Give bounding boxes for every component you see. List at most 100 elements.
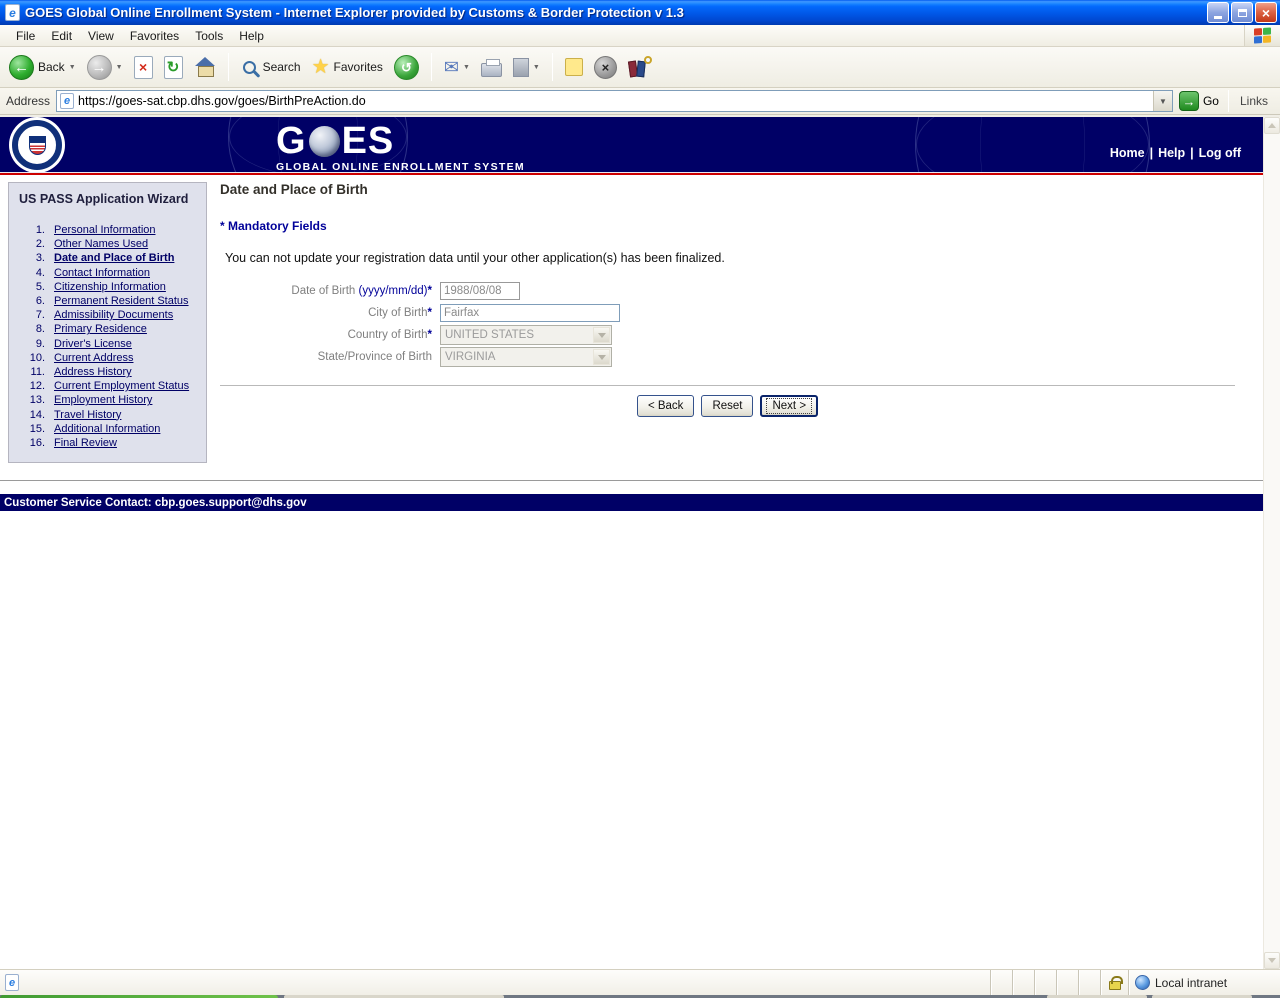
vertical-scrollbar[interactable]	[1263, 117, 1280, 969]
browser-window: e GOES Global Online Enrollment System -…	[0, 0, 1280, 998]
links-menu[interactable]: Links	[1232, 94, 1276, 108]
step-link-address-history[interactable]: Address History	[54, 365, 132, 379]
menu-help[interactable]: Help	[231, 27, 272, 45]
security-zone-panel: Local intranet	[1128, 970, 1280, 995]
step-number: 13.	[29, 394, 45, 407]
step-link-drivers-license[interactable]: Driver's License	[54, 337, 132, 351]
stop-button[interactable]: ×	[131, 54, 156, 81]
step-link-contact-information[interactable]: Contact Information	[54, 266, 150, 280]
go-arrow-icon: →	[1178, 91, 1199, 111]
wizard-buttons: < Back Reset Next >	[220, 395, 1235, 417]
print-icon	[480, 59, 502, 77]
status-message-panel: e	[0, 970, 990, 995]
home-button[interactable]	[191, 55, 219, 79]
step-link-admissibility-documents[interactable]: Admissibility Documents	[54, 308, 173, 322]
step-number: 3.	[35, 252, 45, 265]
go-button[interactable]: → Go	[1178, 91, 1219, 111]
step-link-date-and-place-of-birth[interactable]: Date and Place of Birth	[54, 251, 174, 265]
discuss-button[interactable]	[562, 56, 586, 78]
history-button[interactable]: ↺	[391, 53, 422, 82]
step-link-current-employment-status[interactable]: Current Employment Status	[54, 379, 189, 393]
research-button[interactable]	[625, 54, 655, 80]
back-dropdown-icon[interactable]: ▼	[69, 64, 76, 71]
country-of-birth-select[interactable]: UNITED STATES	[440, 325, 612, 345]
step-number: 9.	[35, 337, 45, 350]
wizard-step: 9. Driver's License	[19, 337, 202, 351]
address-input[interactable]: e https://goes-sat.cbp.dhs.gov/goes/Birt…	[56, 90, 1173, 112]
status-cell	[990, 970, 1012, 995]
back-step-button[interactable]: < Back	[636, 395, 695, 417]
mail-dropdown-icon[interactable]: ▼	[463, 64, 470, 71]
step-link-employment-history[interactable]: Employment History	[54, 393, 152, 407]
search-label: Search	[262, 60, 301, 74]
scroll-down-button[interactable]	[1264, 952, 1280, 969]
mail-icon: ✉	[443, 57, 459, 77]
search-icon	[242, 60, 256, 74]
forward-button[interactable]: → ▼	[84, 53, 126, 82]
search-button[interactable]: Search	[238, 57, 304, 78]
wizard-step: 7. Admissibility Documents	[19, 308, 202, 322]
city-of-birth-input[interactable]	[440, 304, 620, 322]
edit-dropdown-icon[interactable]: ▼	[533, 64, 540, 71]
restore-button[interactable]	[1231, 2, 1253, 23]
favorites-button[interactable]: ★ Favorites	[309, 55, 386, 79]
back-button[interactable]: ← Back ▼	[6, 53, 79, 82]
step-link-citizenship-information[interactable]: Citizenship Information	[54, 280, 166, 294]
step-link-additional-information[interactable]: Additional Information	[54, 422, 160, 436]
step-link-personal-information[interactable]: Personal Information	[54, 223, 156, 237]
minimize-button[interactable]	[1207, 2, 1229, 23]
date-of-birth-input[interactable]	[440, 282, 520, 300]
globe-watermark	[915, 117, 1150, 172]
menu-edit[interactable]: Edit	[43, 27, 80, 45]
goes-logo-subtitle: GLOBAL ONLINE ENROLLMENT SYSTEM	[276, 161, 525, 172]
toolbar-separator	[551, 53, 553, 81]
step-link-travel-history[interactable]: Travel History	[54, 408, 121, 422]
step-link-other-names-used[interactable]: Other Names Used	[54, 237, 148, 251]
address-dropdown-icon[interactable]: ▼	[1152, 91, 1172, 111]
goes-logo: G ES GLOBAL ONLINE ENROLLMENT SYSTEM	[276, 122, 525, 172]
security-panel	[1100, 970, 1128, 995]
step-number: 10.	[29, 351, 45, 364]
forward-dropdown-icon[interactable]: ▼	[116, 64, 123, 71]
discuss-note-icon	[564, 58, 583, 76]
step-link-primary-residence[interactable]: Primary Residence	[54, 322, 147, 336]
goes-logo-g: G	[276, 120, 307, 162]
edit-button[interactable]: ▼	[510, 56, 543, 79]
step-link-final-review[interactable]: Final Review	[54, 436, 117, 450]
edit-page-icon	[512, 57, 529, 77]
wizard-step: 4. Contact Information	[19, 266, 202, 280]
print-button[interactable]	[478, 55, 505, 79]
menu-view[interactable]: View	[80, 27, 122, 45]
scroll-up-icon	[1268, 123, 1276, 128]
toolbar-separator	[430, 53, 432, 81]
messenger-button[interactable]: ×	[591, 54, 620, 81]
menu-tools[interactable]: Tools	[187, 27, 231, 45]
step-number: 5.	[35, 280, 45, 293]
wizard-step: 10. Current Address	[19, 351, 202, 365]
step-link-current-address[interactable]: Current Address	[54, 351, 133, 365]
nav-help-link[interactable]: Help	[1158, 146, 1185, 160]
lock-icon	[1108, 976, 1123, 990]
step-number: 2.	[35, 238, 45, 251]
next-step-button[interactable]: Next >	[760, 395, 819, 417]
chevron-down-icon	[593, 327, 610, 343]
step-link-permanent-resident-status[interactable]: Permanent Resident Status	[54, 294, 189, 308]
url-text[interactable]: https://goes-sat.cbp.dhs.gov/goes/BirthP…	[78, 94, 1153, 108]
nav-home-link[interactable]: Home	[1110, 146, 1145, 160]
reset-button[interactable]: Reset	[701, 395, 754, 417]
nav-separator: |	[1149, 146, 1154, 160]
browser-viewport: G ES GLOBAL ONLINE ENROLLMENT SYSTEM Hom…	[0, 117, 1280, 969]
mail-button[interactable]: ✉ ▼	[441, 56, 473, 78]
refresh-button[interactable]: ↻	[161, 54, 186, 81]
page-content: US PASS Application Wizard 1. Personal In…	[0, 175, 1263, 480]
nav-logoff-link[interactable]: Log off	[1199, 146, 1241, 160]
wizard-step: 5. Citizenship Information	[19, 280, 202, 294]
menu-favorites[interactable]: Favorites	[122, 27, 187, 45]
scroll-up-button[interactable]	[1264, 117, 1280, 134]
state-of-birth-select[interactable]: VIRGINIA	[440, 347, 612, 367]
close-button[interactable]: ×	[1255, 2, 1277, 23]
step-number: 8.	[35, 323, 45, 336]
state-of-birth-value: VIRGINIA	[445, 351, 496, 363]
form-row-state-of-birth: State/Province of Birth VIRGINIA	[220, 346, 1263, 368]
menu-file[interactable]: File	[8, 27, 43, 45]
